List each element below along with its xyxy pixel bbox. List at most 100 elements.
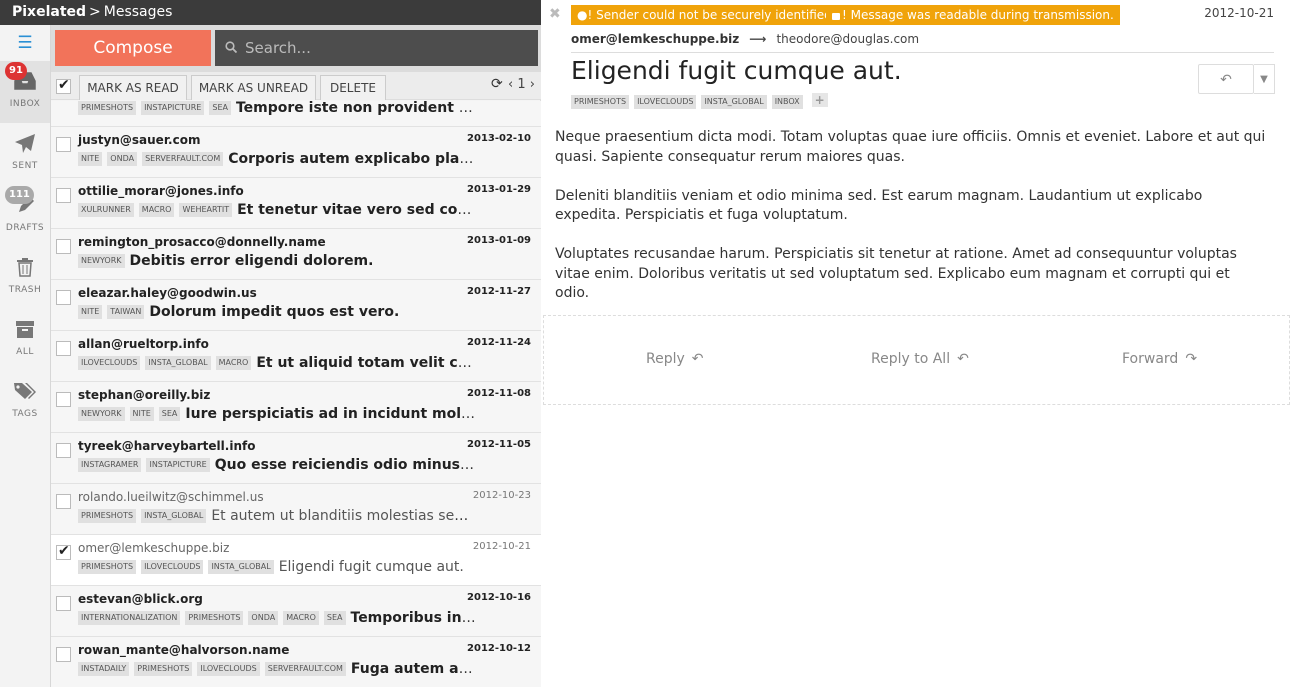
hamburger-menu-icon[interactable]: ☰ — [0, 25, 50, 61]
message-row[interactable]: rowan_mante@halvorson.name 2012-10-12 INST… — [51, 637, 541, 687]
tag-chip[interactable]: PRIMESHOTS — [185, 611, 244, 625]
message-tags-and-subject: PRIMESHOTS INSTAPICTURE SEA Tempore iste no… — [78, 101, 476, 116]
tag-chip[interactable]: PRIMESHOTS — [571, 95, 630, 109]
prev-page-icon[interactable]: ‹ — [508, 77, 513, 92]
refresh-icon[interactable]: ⟳ — [491, 76, 503, 92]
arrow-right-icon: ⟶ — [749, 32, 767, 46]
mark-as-read-button[interactable]: MARK AS READ — [79, 75, 187, 100]
compose-button[interactable]: Compose — [55, 30, 211, 66]
tag-chip[interactable]: SERVERFAULT.COM — [142, 152, 224, 166]
tag-chip[interactable]: MACRO — [215, 356, 252, 370]
tag-chip[interactable]: NEWYORK — [78, 407, 125, 421]
mark-as-unread-button[interactable]: MARK AS UNREAD — [191, 75, 316, 100]
tag-chip[interactable]: WEHEARTIT — [179, 203, 233, 217]
message-row[interactable]: ottilie_morar@jones.info 2013-01-29 XULRUN… — [51, 178, 541, 229]
row-checkbox[interactable] — [56, 341, 71, 356]
reply-all-icon: ↶ — [957, 351, 969, 367]
nav-item-tags[interactable]: TAGS — [0, 371, 50, 433]
tag-chip[interactable]: MACRO — [283, 611, 319, 625]
message-row[interactable]: omer@lemkeschuppe.biz 2012-10-21 PRIMESHOT… — [51, 535, 541, 586]
close-icon[interactable]: ✖ — [549, 6, 561, 22]
transmission-warning-badge[interactable]: ! Message was readable during transmissi… — [826, 5, 1120, 25]
tag-chip[interactable]: XULRUNNER — [78, 203, 134, 217]
message-row[interactable]: PRIMESHOTS INSTAPICTURE SEA Tempore iste no… — [51, 101, 541, 127]
row-checkbox[interactable] — [56, 443, 71, 458]
row-checkbox[interactable] — [56, 239, 71, 254]
next-page-icon[interactable]: › — [530, 77, 535, 92]
recipient-address[interactable]: theodore@douglas.com — [776, 32, 919, 46]
brand-name[interactable]: Pixelated — [12, 4, 86, 20]
tag-chip[interactable]: PRIMESHOTS — [78, 560, 137, 574]
tag-chip[interactable]: ILOVECLOUDS — [197, 662, 260, 676]
row-checkbox[interactable] — [56, 290, 71, 305]
tag-chip[interactable]: TAIWAN — [107, 305, 145, 319]
tag-chip[interactable]: NITE — [129, 407, 154, 421]
nav-item-sent[interactable]: SENT — [0, 123, 50, 185]
tag-chip[interactable]: PRIMESHOTS — [78, 101, 137, 115]
tag-chip[interactable]: ILOVECLOUDS — [78, 356, 141, 370]
tag-chip[interactable]: INTERNATIONALIZATION — [78, 611, 181, 625]
tag-chip[interactable]: INSTA_GLOBAL — [208, 560, 274, 574]
tag-chip[interactable]: NEWYORK — [78, 254, 125, 268]
message-row[interactable]: rolando.lueilwitz@schimmel.us 2012-10-23 P… — [51, 484, 541, 535]
tag-chip[interactable]: NITE — [78, 152, 103, 166]
tag-chip[interactable]: PRIMESHOTS — [134, 662, 193, 676]
reply-options-dropdown[interactable]: ▼ — [1254, 64, 1275, 94]
message-sender: rolando.lueilwitz@schimmel.us — [78, 490, 264, 504]
row-checkbox[interactable] — [56, 494, 71, 509]
sender-address[interactable]: omer@lemkeschuppe.biz — [571, 32, 739, 46]
tag-chip[interactable]: ILOVECLOUDS — [141, 560, 204, 574]
tag-chip[interactable]: NITE — [78, 305, 103, 319]
tag-chip[interactable]: INSTA_GLOBAL — [701, 95, 767, 109]
select-all-checkbox[interactable] — [56, 77, 71, 94]
tag-chip[interactable]: INBOX — [771, 95, 803, 109]
sender-warning-badge[interactable]: ●! Sender could not be securely identifi… — [571, 5, 842, 25]
app: Pixelated > Messages ☰ 91 INBOX SENT 111 D… — [0, 0, 1300, 687]
body-paragraph: Voluptates recusandae harum. Perspiciati… — [555, 246, 1237, 301]
left-nav: ☰ 91 INBOX SENT 111 DRAFTS TRASH ALL TAG… — [0, 25, 51, 687]
message-subject: Eligendi fugit cumque aut. — [278, 559, 464, 575]
tag-chip[interactable]: ILOVECLOUDS — [634, 95, 697, 109]
nav-item-all[interactable]: ALL — [0, 309, 50, 371]
reply-all-action[interactable]: Reply to All ↶ — [871, 351, 969, 367]
row-checkbox[interactable] — [56, 543, 71, 560]
nav-item-trash[interactable]: TRASH — [0, 247, 50, 309]
add-tag-icon[interactable]: + — [811, 93, 828, 107]
transmission-warning-text: Message was readable during transmission… — [850, 8, 1114, 22]
tag-chip[interactable]: SEA — [323, 611, 346, 625]
tag-chip[interactable]: ONDA — [107, 152, 138, 166]
tag-chip[interactable]: SERVERFAULT.COM — [264, 662, 346, 676]
tag-chip[interactable]: SEA — [209, 101, 231, 115]
message-row[interactable]: estevan@blick.org 2012-10-16 INTERNATIONAL… — [51, 586, 541, 637]
tag-chip[interactable]: INSTADAILY — [78, 662, 130, 676]
tag-chip[interactable]: INSTA_GLOBAL — [145, 356, 211, 370]
message-row[interactable]: allan@rueltorp.info 2012-11-24 ILOVECLOUDS… — [51, 331, 541, 382]
message-row[interactable]: eleazar.haley@goodwin.us 2012-11-27 NITE TA… — [51, 280, 541, 331]
message-sender: justyn@sauer.com — [78, 133, 201, 147]
row-checkbox[interactable] — [56, 137, 71, 152]
tag-chip[interactable]: INSTAPICTURE — [141, 101, 205, 115]
reply-button[interactable]: ↶ — [1198, 64, 1254, 94]
message-row[interactable]: tyreek@harveybartell.info 2012-11-05 INSTA… — [51, 433, 541, 484]
row-checkbox[interactable] — [56, 596, 71, 611]
row-checkbox[interactable] — [56, 392, 71, 407]
tag-chip[interactable]: SEA — [158, 407, 181, 421]
message-row[interactable]: remington_prosacco@donnelly.name 2013-01-… — [51, 229, 541, 280]
row-checkbox[interactable] — [56, 188, 71, 203]
tag-chip[interactable]: PRIMESHOTS — [78, 509, 137, 523]
message-row[interactable]: justyn@sauer.com 2013-02-10 NITE ONDA SERVER… — [51, 127, 541, 178]
tag-chip[interactable]: INSTAGRAMER — [78, 458, 142, 472]
search-input[interactable] — [245, 39, 525, 57]
row-checkbox[interactable] — [56, 647, 71, 662]
nav-item-inbox[interactable]: 91 INBOX — [0, 61, 50, 123]
nav-item-drafts[interactable]: 111 DRAFTS — [0, 185, 50, 247]
reply-action[interactable]: Reply ↶ — [646, 351, 704, 367]
message-row[interactable]: stephan@oreilly.biz 2012-11-08 NEWYORK NITE… — [51, 382, 541, 433]
forward-action[interactable]: Forward ↷ — [1122, 351, 1197, 367]
tag-chip[interactable]: MACRO — [138, 203, 175, 217]
tag-chip[interactable]: ONDA — [248, 611, 279, 625]
tag-chip[interactable]: INSTAPICTURE — [146, 458, 210, 472]
tag-chip[interactable]: INSTA_GLOBAL — [141, 509, 207, 523]
delete-button[interactable]: DELETE — [320, 75, 386, 100]
message-date: 2012-11-08 — [467, 388, 531, 399]
